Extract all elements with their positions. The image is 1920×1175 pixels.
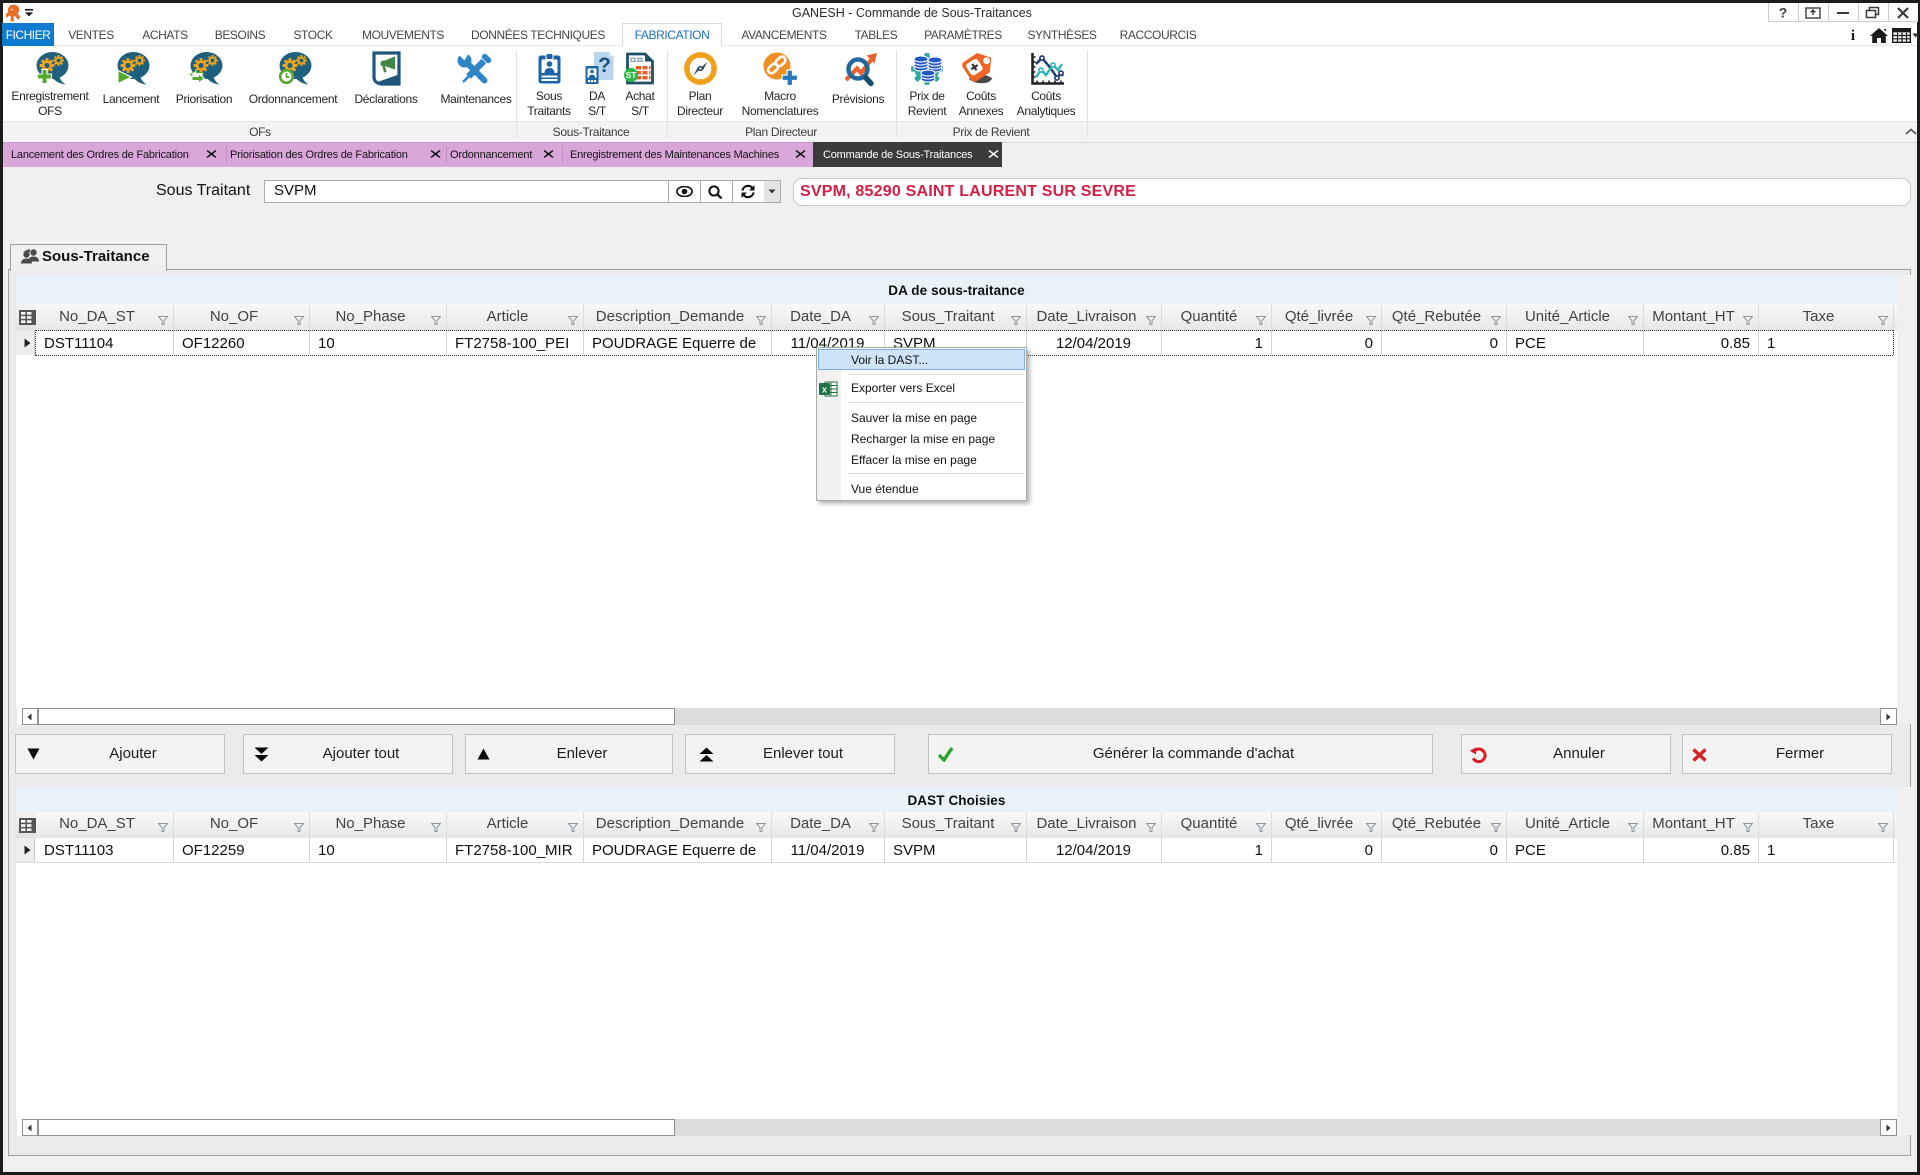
- svg-text:x: x: [822, 385, 827, 395]
- svg-text:?: ?: [1779, 5, 1788, 21]
- svg-text:i: i: [1851, 28, 1855, 43]
- svg-text:?: ?: [598, 54, 611, 77]
- svg-text:ST: ST: [626, 70, 638, 80]
